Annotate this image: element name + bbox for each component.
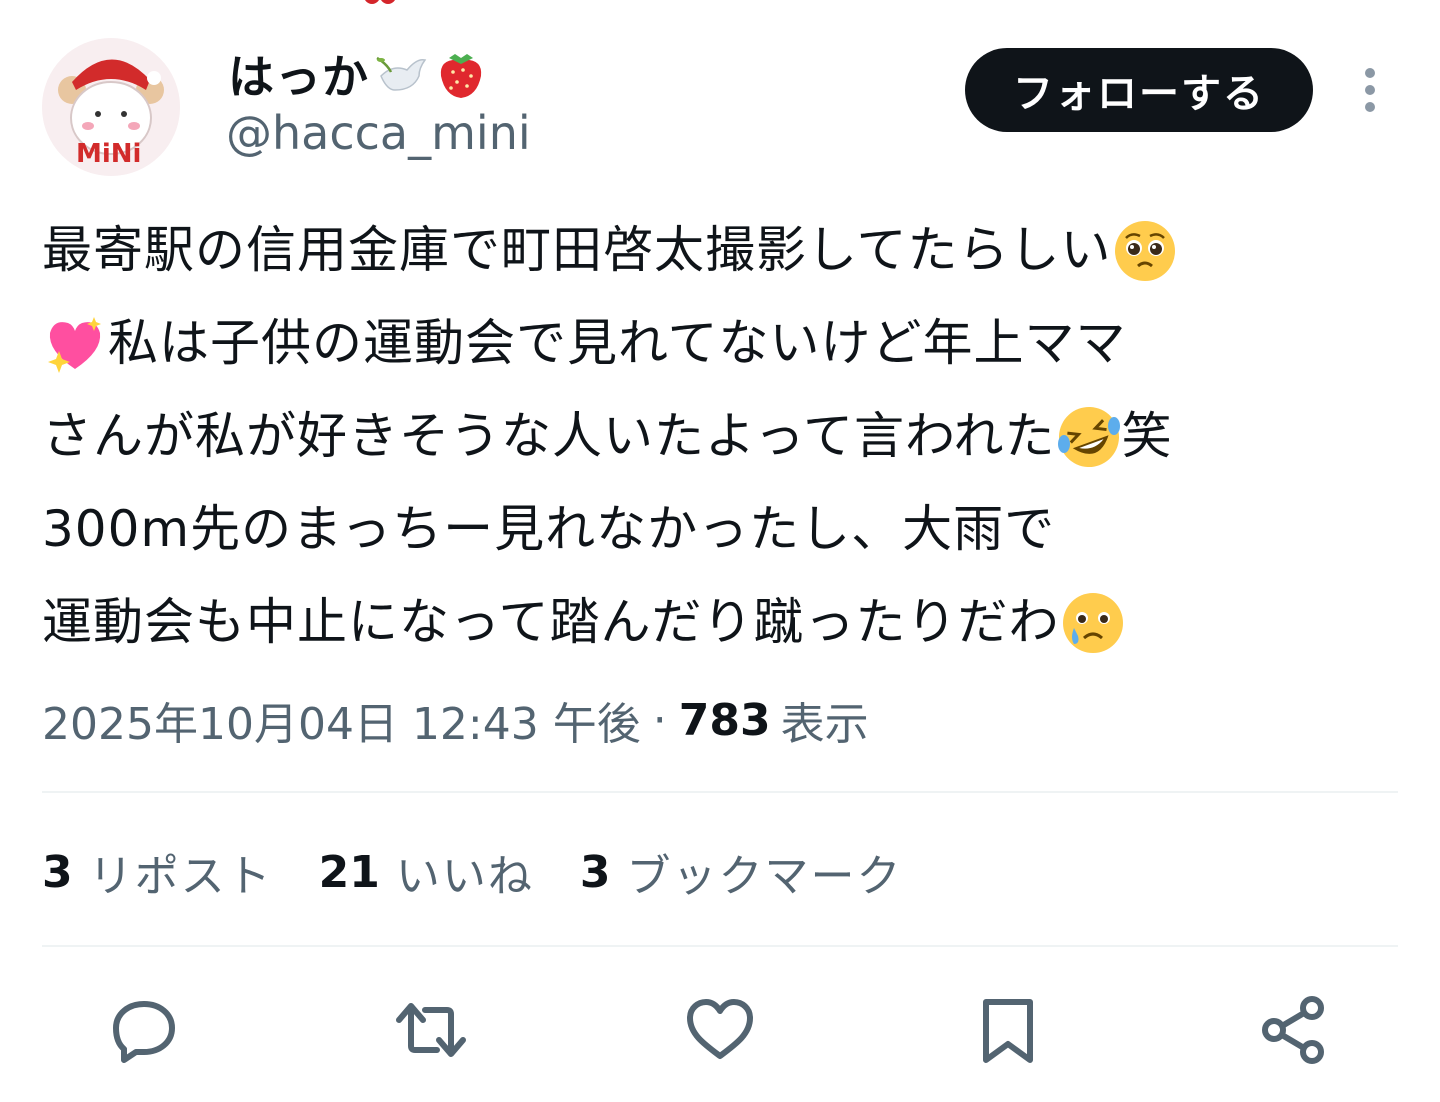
pleading-face-emoji-icon <box>1114 220 1175 281</box>
display-name-text: はっか <box>228 50 369 104</box>
rolling-laughing-emoji-icon <box>1057 406 1120 467</box>
dove-emoji-icon <box>376 56 427 91</box>
timestamp[interactable]: 2025年10月04日 12:43 午後 <box>42 688 641 752</box>
author-display-name[interactable]: はっか <box>228 44 489 104</box>
reply-icon <box>113 1001 175 1063</box>
tweet-line-text: 最寄駅の信用金庫で町田啓太撮影してたらしい <box>42 221 1112 279</box>
stat-reposts[interactable]: 3 リポスト <box>42 840 273 904</box>
tweet-line-text: 運動会も中止になって踏んだり蹴ったりだわ <box>42 593 1060 651</box>
stat-count: 3 <box>42 846 73 898</box>
tweet-line: 私は子供の運動会で見れてないけど年上ママ <box>42 297 1422 390</box>
tweet-line: 運動会も中止になって踏んだり蹴ったりだわ <box>42 576 1422 669</box>
more-options-icon[interactable] <box>1352 62 1388 118</box>
tweet-line: 300m先のまっちー見れなかったし、大雨で <box>42 483 1422 576</box>
dot <box>1365 68 1375 78</box>
retweet-icon <box>396 1003 466 1057</box>
strawberry-emoji-icon <box>440 54 482 98</box>
tweet-line: さんが私が好きそうな人いたよって言われた 笑 <box>42 390 1422 483</box>
stat-label: ブックマーク <box>626 851 903 902</box>
dot <box>1365 85 1375 95</box>
share-icon <box>1262 996 1324 1064</box>
avatar-image: MiNi <box>42 38 180 176</box>
avatar[interactable]: MiNi <box>42 38 180 176</box>
like-icon <box>687 999 753 1059</box>
tweet-line: 最寄駅の信用金庫で町田啓太撮影してたらしい <box>42 204 1422 297</box>
meta-separator: · <box>652 694 667 746</box>
tweet-line-text: さんが私が好きそうな人いたよって言われた <box>42 407 1056 465</box>
retweet-button[interactable] <box>391 990 471 1070</box>
follow-button[interactable]: フォローする <box>965 48 1313 132</box>
stat-likes[interactable]: 21 いいね <box>319 840 534 904</box>
sparkling-heart-emoji-icon <box>48 316 101 373</box>
tweet-text: 最寄駅の信用金庫で町田啓太撮影してたらしい 私は子供の運動会で見れてないけど年上… <box>42 204 1422 669</box>
tweet-line-text: 笑 <box>1121 407 1173 465</box>
tweet-line-text: 300m先のまっちー見れなかったし、大雨で <box>42 500 1056 558</box>
action-bar <box>0 990 1440 1080</box>
bookmark-icon <box>983 999 1033 1063</box>
stat-label: いいね <box>395 851 534 902</box>
tweet-meta: 2025年10月04日 12:43 午後 · 783 表示 <box>42 688 869 752</box>
views-count: 783 <box>678 694 771 746</box>
views-label: 表示 <box>780 699 869 750</box>
tweet-line-text: 私は子供の運動会で見れてないけど年上ママ <box>108 314 1127 372</box>
divider <box>42 945 1398 947</box>
tweet-stats: 3 リポスト 21 いいね 3 ブックマーク <box>42 840 948 904</box>
like-button[interactable] <box>680 990 760 1070</box>
divider <box>42 791 1398 793</box>
dot <box>1365 102 1375 112</box>
stat-count: 21 <box>318 846 380 898</box>
author-handle[interactable]: @hacca_mini <box>226 106 531 160</box>
share-button[interactable] <box>1254 990 1334 1070</box>
cut-off-emoji-icon <box>365 0 395 4</box>
bookmark-button[interactable] <box>968 990 1048 1070</box>
svg-text:MiNi: MiNi <box>76 139 141 169</box>
crying-face-emoji-icon <box>1062 592 1123 653</box>
stat-count: 3 <box>579 846 611 898</box>
stat-bookmarks[interactable]: 3 ブックマーク <box>580 840 903 904</box>
stat-label: リポスト <box>88 851 273 902</box>
reply-button[interactable] <box>104 990 184 1070</box>
